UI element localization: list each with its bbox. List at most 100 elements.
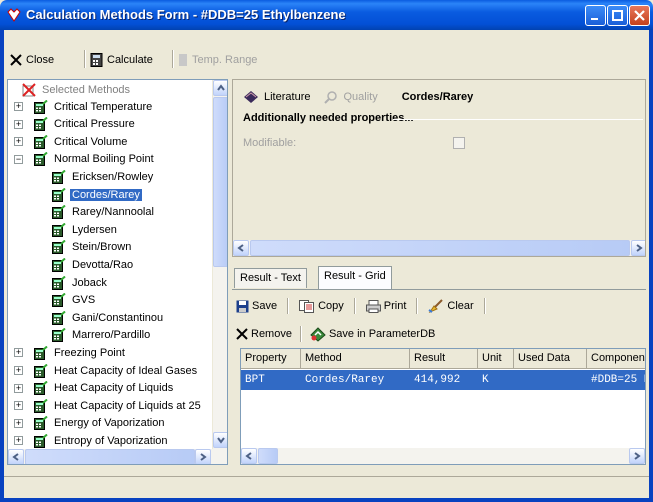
literature-button[interactable]: Literature	[243, 90, 310, 104]
scroll-right-button[interactable]	[631, 240, 645, 256]
clear-button[interactable]: Clear	[428, 299, 474, 313]
column-header[interactable]: Unit	[478, 349, 514, 369]
window-frame-bottom	[0, 498, 653, 502]
tree-item-method[interactable]: Cordes/Rarey	[52, 186, 142, 203]
cell-property: BPT	[245, 374, 265, 386]
tab-result-grid[interactable]: Result - Grid	[318, 266, 392, 289]
calculator-icon	[34, 398, 48, 413]
scroll-up-button[interactable]	[213, 80, 227, 96]
section-divider	[393, 119, 643, 120]
save-label: Save	[252, 300, 278, 312]
tree-item-property[interactable]: + Heat Capacity of Liquids	[14, 380, 175, 397]
results-grid[interactable]: Property Method Result Unit Used Data Co…	[240, 348, 646, 465]
quality-button[interactable]: Quality	[324, 90, 378, 104]
column-header[interactable]: Used Data	[514, 349, 587, 369]
database-save-icon	[310, 326, 326, 342]
tree-item-method[interactable]: GVS	[52, 292, 97, 309]
scroll-right-button[interactable]	[195, 449, 211, 464]
tree-item-property[interactable]: + Freezing Point	[14, 344, 127, 361]
close-button[interactable]: Close	[10, 50, 54, 70]
calculator-icon	[34, 134, 48, 149]
calculate-button[interactable]: Calculate	[90, 50, 153, 70]
scroll-down-button[interactable]	[213, 432, 227, 448]
cell-used-data	[514, 372, 522, 390]
scroll-right-button[interactable]	[629, 448, 645, 464]
tree-item-method[interactable]: Devotta/Rao	[52, 256, 135, 273]
quality-label: Quality	[343, 91, 378, 103]
tree-scroll-thumb[interactable]	[213, 97, 227, 267]
toolbar-separator	[353, 298, 356, 314]
result-toolbar-2: Remove Save in ParameterDB	[236, 326, 435, 342]
column-header[interactable]: Method	[301, 349, 410, 369]
tree-item-property[interactable]: + Critical Volume	[14, 133, 129, 150]
tree-root[interactable]: Selected Methods	[22, 81, 132, 98]
save-button[interactable]: Save	[236, 300, 277, 313]
column-header[interactable]: Result	[410, 349, 478, 369]
info-horizontal-scrollbar[interactable]	[233, 240, 645, 256]
tree-item-label: Entropy of Vaporization	[54, 434, 168, 447]
expand-toggle[interactable]: +	[14, 436, 23, 446]
close-window-button[interactable]	[629, 5, 650, 26]
scroll-left-button[interactable]	[241, 448, 257, 464]
save-in-parameterdb-button[interactable]: Save in ParameterDB	[310, 326, 436, 342]
method-tree[interactable]: Selected Methods + Critical Temperature + C…	[7, 79, 228, 465]
tree-item-property[interactable]: + Heat Capacity of Ideal Gases	[14, 362, 199, 379]
expand-toggle[interactable]: +	[14, 102, 23, 111]
tree-item-method[interactable]: Stein/Brown	[52, 239, 133, 256]
column-header[interactable]: Component	[587, 349, 645, 369]
title-bar[interactable]: Calculation Methods Form - #DDB=25 Ethyl…	[0, 0, 653, 30]
expand-toggle[interactable]: +	[14, 119, 23, 129]
expand-toggle[interactable]: +	[14, 383, 23, 393]
chevron-right-icon	[634, 452, 641, 460]
tree-item-method[interactable]: Gani/Constantinou	[52, 309, 165, 326]
minimize-button[interactable]	[585, 5, 606, 26]
scroll-left-button[interactable]	[233, 240, 249, 256]
temp-range-button[interactable]: Temp. Range	[178, 50, 257, 70]
expand-toggle[interactable]: +	[14, 348, 23, 358]
modifiable-checkbox[interactable]	[453, 137, 465, 149]
tree-item-method[interactable]: Rarey/Nannoolal	[52, 204, 156, 221]
grid-h-scroll-thumb[interactable]	[258, 448, 278, 464]
tree-vertical-scrollbar[interactable]	[212, 80, 227, 449]
calculator-icon	[52, 257, 66, 272]
tree-item-property[interactable]: + Energy of Vaporization	[14, 415, 166, 432]
tree-item-property[interactable]: + Critical Pressure	[14, 116, 137, 133]
column-header[interactable]: Property	[241, 349, 301, 369]
copy-button[interactable]: Copy	[299, 299, 344, 313]
toolbar-separator	[84, 50, 86, 68]
print-button[interactable]: Print	[365, 299, 406, 313]
tree-item-label: GVS	[72, 294, 96, 307]
tree-item-method[interactable]: Lydersen	[52, 221, 119, 238]
tab-result-text[interactable]: Result - Text	[234, 268, 307, 288]
tree-item-method[interactable]: Ericksen/Rowley	[52, 168, 155, 185]
tree-item-label: Stein/Brown	[72, 241, 132, 254]
grid-horizontal-scrollbar[interactable]	[241, 448, 645, 464]
save-param-label: Save in ParameterDB	[328, 328, 436, 340]
main-toolbar: Close Calculate Temp. Range	[0, 30, 653, 76]
calculator-icon	[52, 240, 66, 255]
table-row[interactable]: BPT Cordes/Rarey 414,992 K #DDB=25 E	[241, 370, 645, 390]
tree-item-property[interactable]: + Entropy of Vaporization	[14, 432, 170, 449]
expand-toggle[interactable]: +	[14, 366, 23, 375]
expand-toggle[interactable]: +	[14, 137, 23, 147]
info-h-scroll-thumb[interactable]	[250, 240, 630, 256]
tree-item-property[interactable]: − Normal Boiling Point	[14, 151, 156, 168]
tree-item-label: Gani/Constantinou	[72, 311, 164, 324]
remove-button[interactable]: Remove	[236, 328, 292, 340]
tree-item-property[interactable]: + Heat Capacity of Liquids at 25	[14, 397, 203, 414]
tree-item-label: Joback	[72, 276, 107, 289]
collapse-toggle[interactable]: −	[14, 154, 23, 164]
toolbar-separator	[299, 326, 302, 342]
tree-item-property[interactable]: + Critical Temperature	[14, 98, 154, 115]
x-icon	[236, 328, 248, 340]
expand-toggle[interactable]: +	[14, 401, 23, 411]
tree-h-scroll-thumb[interactable]	[25, 449, 195, 464]
calculator-icon	[34, 117, 48, 132]
tree-item-method[interactable]: Marrero/Pardillo	[52, 327, 152, 344]
maximize-button[interactable]	[607, 5, 628, 26]
tree-horizontal-scrollbar[interactable]	[8, 449, 227, 464]
tree-item-label: Lydersen	[72, 223, 117, 236]
expand-toggle[interactable]: +	[14, 418, 23, 428]
scroll-left-button[interactable]	[8, 449, 24, 464]
tree-item-method[interactable]: Joback	[52, 274, 109, 291]
